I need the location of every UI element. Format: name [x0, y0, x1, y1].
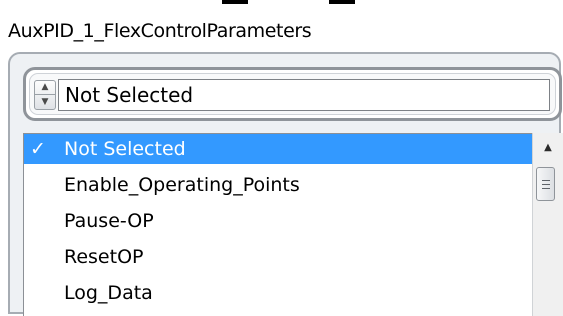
list-item-label: Not Selected — [64, 138, 186, 160]
control-title: AuxPID_1_FlexControlParameters — [8, 20, 312, 42]
scroll-thumb[interactable] — [536, 167, 555, 201]
selected-value-field[interactable]: Not Selected — [58, 79, 550, 111]
list-item-label: Enable_Operating_Points — [64, 174, 300, 196]
top-edge — [0, 0, 563, 10]
list-item-label: Pause-OP — [64, 210, 154, 232]
list-item[interactable]: Pause-OP — [24, 206, 532, 236]
list-item-label: ResetOP — [64, 246, 144, 268]
spinner-down-icon[interactable]: ▼ — [35, 95, 55, 109]
scroll-up-icon[interactable]: ▲ — [533, 138, 563, 156]
grip-line — [542, 180, 550, 181]
check-icon: ✓ — [30, 138, 46, 160]
list-item[interactable]: Enable_Operating_Points — [24, 170, 532, 200]
top-edge-mark — [329, 0, 355, 4]
list-item-label: Log_Data — [64, 282, 153, 304]
grip-line — [542, 184, 550, 185]
list-item[interactable]: ResetOP — [24, 242, 532, 272]
dropdown-list[interactable]: ✓ Not Selected Enable_Operating_Points P… — [23, 133, 532, 316]
list-item[interactable]: ✓ Not Selected — [24, 134, 532, 164]
vertical-scrollbar[interactable]: ▲ — [532, 133, 563, 316]
spinner-up-icon[interactable]: ▲ — [35, 81, 55, 95]
list-item[interactable]: Log_Data — [24, 278, 532, 308]
increment-decrement-spinner[interactable]: ▲ ▼ — [34, 80, 56, 110]
grip-line — [542, 188, 550, 189]
top-edge-mark — [222, 0, 248, 4]
